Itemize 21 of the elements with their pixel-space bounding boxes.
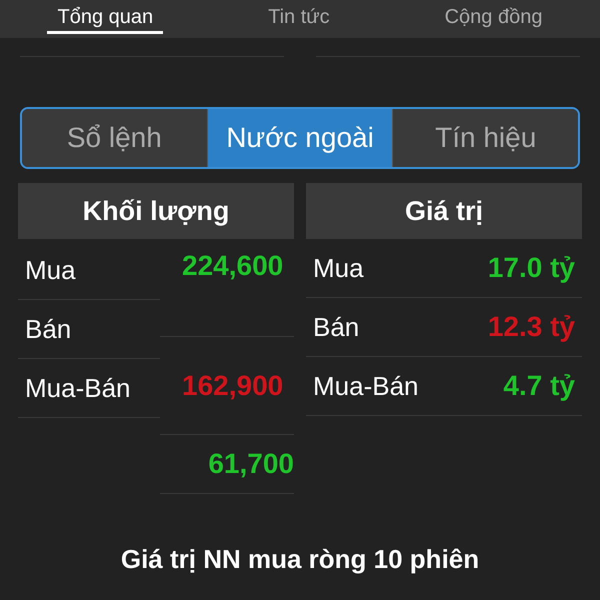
- trade-value: 17.0 tỷ: [488, 252, 575, 284]
- row-label: Mua-Bán: [313, 370, 418, 402]
- row-label: Bán: [25, 314, 72, 344]
- row-label: Mua: [25, 254, 76, 286]
- segment-tab[interactable]: Sổ lệnh: [22, 109, 207, 167]
- tab[interactable]: Tin tức: [258, 0, 340, 34]
- volume-value: 61,700: [208, 447, 294, 481]
- segment-tab[interactable]: Tín hiệu: [392, 109, 578, 167]
- volume-value: 224,600: [182, 249, 284, 283]
- trade-value: 4.7 tỷ: [503, 370, 575, 402]
- column-header: Khối lượng: [18, 183, 294, 239]
- section-title: Giá trị NN mua ròng 10 phiên: [120, 544, 480, 574]
- row-label: Bán: [313, 312, 360, 342]
- row-label: Mua: [313, 252, 364, 284]
- row-label: Mua-Bán: [25, 372, 130, 404]
- trade-value: 12.3 tỷ: [488, 311, 575, 343]
- segment-tab[interactable]: Nước ngoài: [206, 109, 392, 167]
- tab[interactable]: Cộng đồng: [434, 0, 552, 34]
- tab[interactable]: Tổng quan: [47, 0, 164, 34]
- column-header: Giá trị: [306, 183, 582, 239]
- volume-value: 162,900: [182, 368, 284, 402]
